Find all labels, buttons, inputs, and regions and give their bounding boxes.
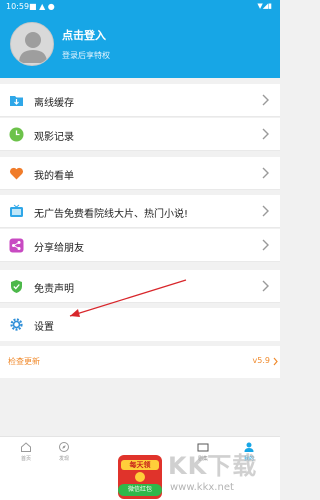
download-folder-icon <box>10 96 23 106</box>
chevron-right-icon <box>262 94 269 106</box>
watermark-url: www.kkx.net <box>170 482 234 493</box>
watermark: KK下载 www.kkx.net <box>162 446 276 498</box>
menu-item-disclaimer[interactable]: 免责声明 <box>0 270 280 303</box>
profile-header[interactable]: 点击登入 登录后享特权 <box>0 14 280 78</box>
avatar[interactable] <box>10 22 54 66</box>
menu-item-my-watchlist[interactable]: 我的看单 <box>0 157 280 190</box>
heart-icon <box>9 167 24 180</box>
menu-label: 无广告免费看院线大片、热门小说! <box>34 209 189 220</box>
status-notification-icons: ■ ▲ ● <box>29 2 55 11</box>
login-title[interactable]: 点击登入 <box>62 27 106 43</box>
menu-item-share-friends[interactable]: 分享给朋友 <box>0 229 280 262</box>
compass-icon <box>59 442 69 452</box>
login-subtitle: 登录后享特权 <box>62 51 110 60</box>
chevron-right-icon <box>262 280 269 292</box>
menu-item-settings[interactable]: 设置 <box>0 308 280 341</box>
promo-top-label: 每天领 <box>121 460 159 470</box>
chevron-right-icon <box>262 205 269 217</box>
watermark-text: KK下载 <box>168 452 258 480</box>
tab-home[interactable]: 首页 <box>11 441 41 462</box>
promo-wechat-button[interactable]: 微信红包 <box>118 484 162 496</box>
red-envelope-promo[interactable]: 每天领 微信红包 <box>118 455 162 499</box>
menu-item-ad-free-promo[interactable]: 无广告免费看院线大片、热门小说! <box>0 195 280 228</box>
chevron-right-icon <box>262 239 269 251</box>
menu-label: 我的看单 <box>34 171 74 182</box>
home-icon <box>21 442 31 452</box>
tab-label: 发现 <box>58 456 69 462</box>
tab-label: 首页 <box>20 456 31 462</box>
menu-label: 观影记录 <box>34 132 74 143</box>
chevron-right-icon <box>273 357 278 366</box>
status-system-icons: ▼◢▮ <box>257 2 272 10</box>
tab-discover[interactable]: 发现 <box>49 441 79 462</box>
share-icon <box>9 238 24 253</box>
user-placeholder-icon <box>19 32 47 63</box>
tv-icon <box>10 204 23 217</box>
status-time: 10:59 <box>6 2 30 11</box>
menu-label: 免责声明 <box>34 284 74 295</box>
menu-item-watch-history[interactable]: 观影记录 <box>0 118 280 151</box>
chevron-right-icon <box>262 167 269 179</box>
menu-label: 离线缓存 <box>34 98 74 109</box>
chevron-right-icon <box>262 128 269 140</box>
menu-label: 设置 <box>34 322 54 333</box>
gift-icon <box>135 472 145 482</box>
check-update-label: 检查更新 <box>8 357 40 366</box>
clock-icon <box>9 127 24 142</box>
menu-label: 分享给朋友 <box>34 243 84 254</box>
app-version: v5.9 <box>252 356 270 365</box>
check-update-row[interactable]: 检查更新 v5.9 <box>0 346 280 378</box>
status-bar: 10:59 ■ ▲ ● ▼◢▮ <box>0 0 280 14</box>
menu-item-offline-cache[interactable]: 离线缓存 <box>0 84 280 117</box>
shield-icon <box>11 280 22 293</box>
gear-icon <box>10 318 23 331</box>
